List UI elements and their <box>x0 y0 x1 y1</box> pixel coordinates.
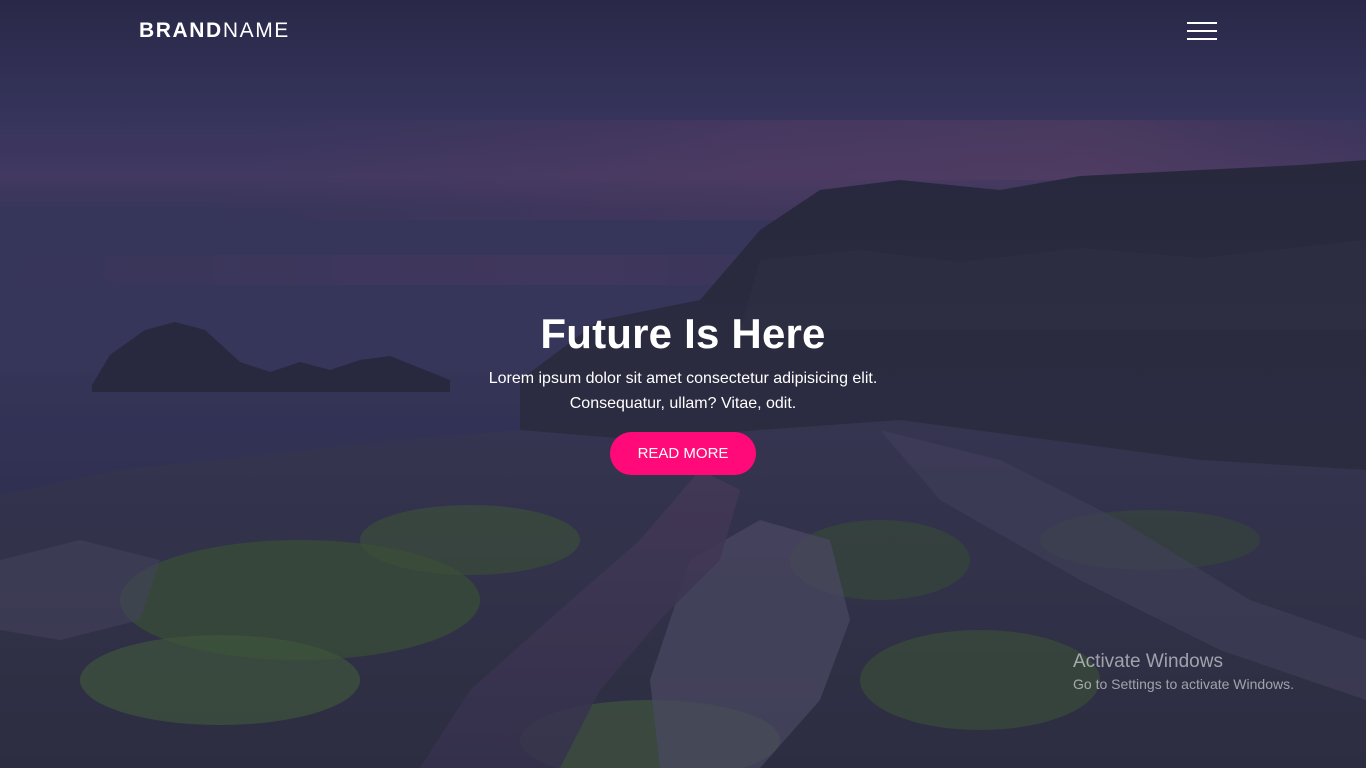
hero-description: Lorem ipsum dolor sit amet consectetur a… <box>383 366 983 416</box>
activate-windows-watermark: Activate Windows Go to Settings to activ… <box>1073 651 1294 694</box>
watermark-title: Activate Windows <box>1073 651 1223 672</box>
brand-logo[interactable]: BRANDNAME <box>139 19 290 43</box>
brand-name-light: NAME <box>222 19 290 42</box>
hero-content: Future Is Here Lorem ipsum dolor sit ame… <box>383 306 983 475</box>
hero-description-line-2: Consequatur, ullam? Vitae, odit. <box>569 395 797 412</box>
hamburger-menu-icon[interactable] <box>1186 20 1219 44</box>
read-more-button[interactable]: READ MORE <box>610 432 756 475</box>
hamburger-line <box>1187 38 1217 40</box>
watermark-subtitle: Go to Settings to activate Windows. <box>1073 676 1294 692</box>
hamburger-line <box>1187 30 1217 32</box>
hamburger-line <box>1187 22 1217 24</box>
brand-name-bold: BRAND <box>139 19 223 42</box>
hero-description-line-1: Lorem ipsum dolor sit amet consectetur a… <box>488 370 878 387</box>
hero-title: Future Is Here <box>540 310 826 357</box>
navbar: BRANDNAME <box>0 0 1366 64</box>
hero-section: BRANDNAME Future Is Here Lorem ipsum dol… <box>0 0 1366 768</box>
